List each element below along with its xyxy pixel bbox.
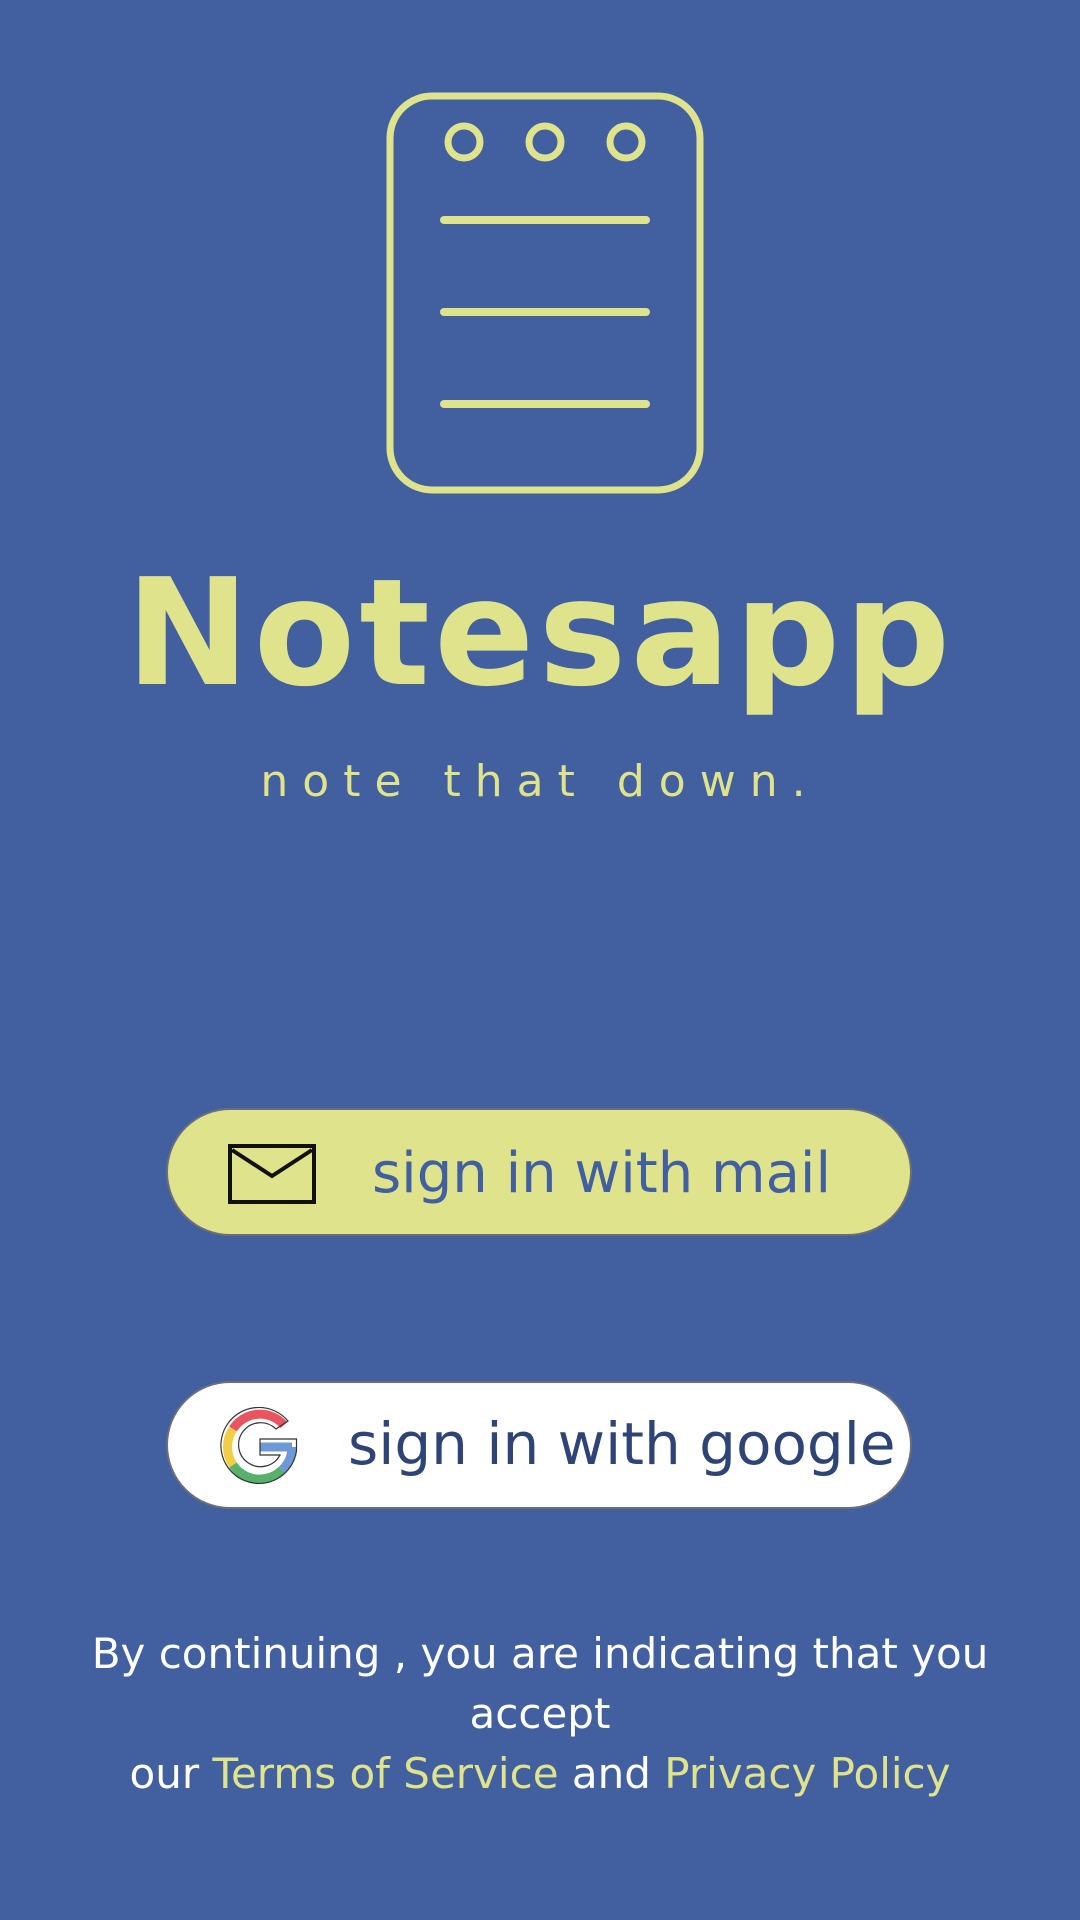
app-tagline: note that down. [260, 756, 820, 807]
envelope-icon [228, 1144, 316, 1204]
sign-in-mail-label: sign in with mail [372, 1141, 832, 1206]
privacy-policy-link[interactable]: Privacy Policy [664, 1749, 950, 1798]
terms-line-2: our Terms of Service and Privacy Policy [40, 1744, 1040, 1804]
sign-in-google-label: sign in with google [348, 1410, 896, 1478]
terms-of-service-link[interactable]: Terms of Service [212, 1749, 558, 1798]
sign-in-mail-button[interactable]: sign in with mail [166, 1108, 912, 1236]
terms-notice: By continuing , you are indicating that … [40, 1624, 1040, 1804]
terms-conjunction: and [558, 1749, 665, 1798]
notepad-logo-icon [386, 92, 704, 494]
app-title: Notesapp [125, 547, 955, 719]
sign-in-google-button[interactable]: sign in with google [166, 1381, 912, 1509]
terms-line-1: By continuing , you are indicating that … [91, 1629, 989, 1738]
google-icon [220, 1407, 298, 1485]
terms-prefix: our [129, 1749, 213, 1798]
